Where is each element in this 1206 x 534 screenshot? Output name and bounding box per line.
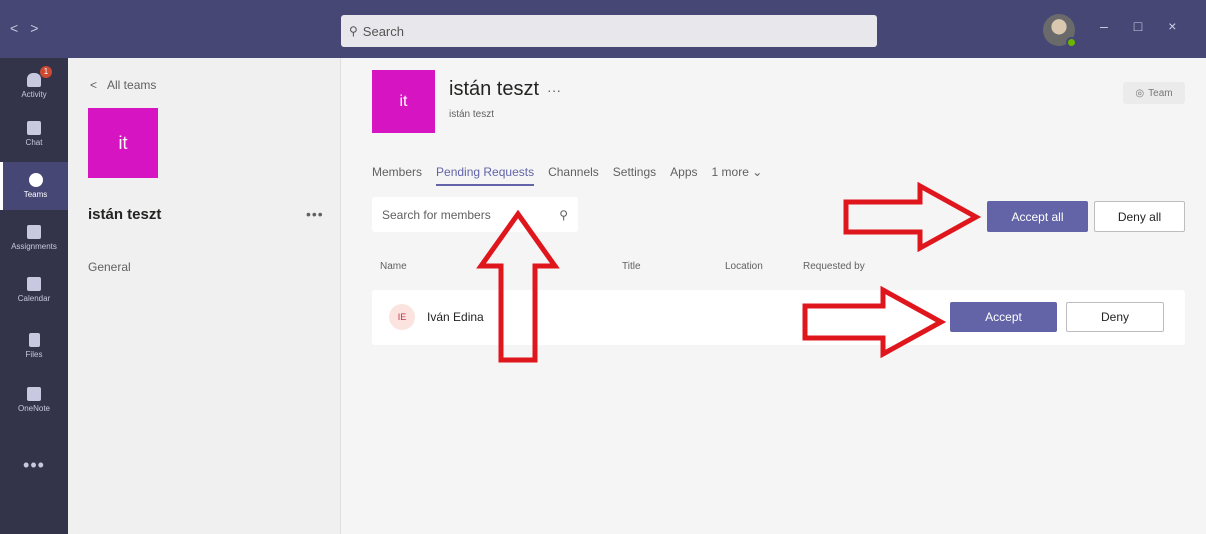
chevron-down-icon: ⌄ [752, 165, 763, 179]
team-name: istán teszt [88, 206, 162, 223]
rail-item-assignments[interactable]: Assignments [0, 214, 68, 262]
rail-item-chat[interactable]: Chat [0, 110, 68, 158]
team-type-badge: ◎ Team [1123, 82, 1185, 104]
channel-general[interactable]: General [88, 260, 131, 274]
tab-more[interactable]: 1 more ⌄ [712, 165, 763, 186]
team-avatar-large: it [88, 108, 158, 178]
onenote-icon [27, 387, 41, 401]
rail-item-calendar[interactable]: Calendar [0, 266, 68, 314]
forward-arrow-button[interactable]: > [30, 20, 38, 36]
teams-icon [28, 173, 43, 187]
tab-channels[interactable]: Channels [548, 165, 599, 186]
assignments-icon [27, 225, 41, 239]
rail-item-onenote[interactable]: OneNote [0, 376, 68, 424]
activity-badge: 1 [40, 66, 52, 78]
annotation-arrow-right-icon [843, 182, 982, 252]
title-bar: < > ⚲ Search – □ × [0, 0, 1206, 58]
all-teams-label: All teams [107, 78, 157, 92]
manage-tabs: Members Pending Requests Channels Settin… [372, 165, 762, 186]
rail-item-label: Chat [25, 138, 43, 147]
rail-item-files[interactable]: Files [0, 322, 68, 370]
back-arrow-button[interactable]: < [10, 20, 18, 36]
close-button[interactable]: × [1168, 18, 1176, 34]
avatar: IE [389, 304, 415, 330]
global-search-placeholder: Search [362, 23, 404, 39]
tab-members[interactable]: Members [372, 165, 422, 186]
user-avatar[interactable] [1043, 14, 1077, 48]
chevron-left-icon: < [90, 78, 98, 92]
rail-item-label: Activity [21, 90, 47, 99]
team-type-label: Team [1148, 87, 1173, 99]
global-search-input[interactable]: ⚲ Search [341, 15, 877, 47]
calendar-icon [27, 277, 41, 291]
tab-more-label: 1 more [711, 165, 749, 179]
app-rail: 1 Activity Chat Teams Assignments Calend… [0, 58, 68, 534]
team-more-options-button[interactable]: ··· [547, 82, 561, 98]
minimize-button[interactable]: – [1100, 18, 1108, 34]
window-controls: – □ × [1100, 18, 1176, 34]
files-icon [28, 333, 40, 347]
annotation-arrow-up-icon [476, 210, 560, 363]
maximize-button[interactable]: □ [1134, 18, 1142, 34]
accept-all-button[interactable]: Accept all [987, 201, 1088, 232]
team-options-button[interactable]: ••• [306, 206, 324, 222]
rail-item-label: Files [25, 350, 43, 359]
globe-icon: ◎ [1135, 87, 1145, 99]
chat-icon [27, 121, 41, 135]
rail-item-activity[interactable]: 1 Activity [0, 62, 68, 110]
tab-settings[interactable]: Settings [613, 165, 656, 186]
rail-item-label: Assignments [11, 242, 57, 251]
deny-all-button[interactable]: Deny all [1094, 201, 1185, 232]
tab-pending-requests[interactable]: Pending Requests [436, 165, 535, 186]
presence-available-icon [1066, 37, 1077, 48]
page-title-text: istán teszt [449, 78, 540, 100]
tab-apps[interactable]: Apps [670, 165, 697, 186]
page-title: istán teszt ··· [449, 78, 561, 101]
team-sidebar: < All teams it istán teszt ••• General [68, 58, 341, 534]
annotation-arrow-right-icon [802, 286, 947, 358]
deny-button[interactable]: Deny [1066, 302, 1164, 332]
column-header-name: Name [380, 261, 407, 272]
rail-item-label: Teams [23, 190, 48, 199]
column-header-requested-by: Requested by [803, 261, 865, 272]
column-header-title: Title [622, 261, 641, 272]
manage-team-pane: it istán teszt ··· istán teszt ◎ Team Me… [341, 58, 1206, 534]
rail-item-label: OneNote [17, 404, 51, 413]
column-header-location: Location [725, 261, 763, 272]
history-nav: < > [10, 20, 38, 36]
team-description: istán teszt [449, 109, 495, 120]
all-teams-link[interactable]: < All teams [90, 78, 156, 92]
more-apps-button[interactable]: ••• [0, 455, 68, 476]
team-avatar: it [372, 70, 435, 133]
rail-item-teams[interactable]: Teams [0, 162, 68, 210]
rail-item-label: Calendar [17, 294, 51, 303]
bell-icon [27, 73, 41, 87]
search-icon: ⚲ [349, 24, 358, 38]
accept-button[interactable]: Accept [950, 302, 1057, 332]
